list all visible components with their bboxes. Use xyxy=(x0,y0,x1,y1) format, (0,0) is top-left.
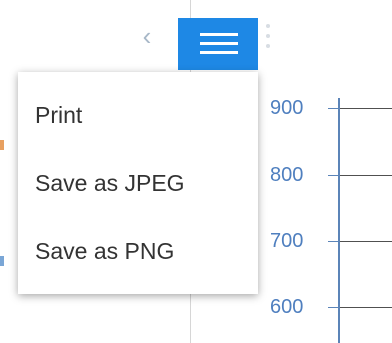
chart-mark-fragment xyxy=(0,256,4,266)
export-menu: Print Save as JPEG Save as PNG xyxy=(18,72,258,294)
y-tick-label: 600 xyxy=(270,296,304,318)
gridline xyxy=(340,175,392,176)
hamburger-menu-icon-bar xyxy=(200,42,238,45)
y-tick xyxy=(328,175,338,176)
hamburger-menu-icon-bar xyxy=(200,33,238,36)
y-tick xyxy=(328,108,338,109)
chevron-left-icon[interactable]: ‹ xyxy=(137,22,157,50)
gridline xyxy=(340,241,392,242)
vertical-dots-icon[interactable] xyxy=(264,24,272,58)
hamburger-menu-icon-bar xyxy=(200,51,238,54)
y-tick xyxy=(328,241,338,242)
menu-item-save-jpeg[interactable]: Save as JPEG xyxy=(18,153,258,213)
y-tick-label: 800 xyxy=(270,164,304,186)
y-tick-label: 900 xyxy=(270,97,304,119)
menu-item-print[interactable]: Print xyxy=(18,85,258,145)
y-tick-label: 700 xyxy=(270,230,304,252)
hamburger-menu-button[interactable] xyxy=(178,18,258,70)
screen: ‹ 900 800 700 600 Print Save as JPEG Sav… xyxy=(0,0,392,343)
gridline xyxy=(340,108,392,109)
chart-mark-fragment xyxy=(0,140,4,150)
menu-item-save-png[interactable]: Save as PNG xyxy=(18,221,258,281)
gridline xyxy=(340,307,392,308)
y-tick xyxy=(328,307,338,308)
